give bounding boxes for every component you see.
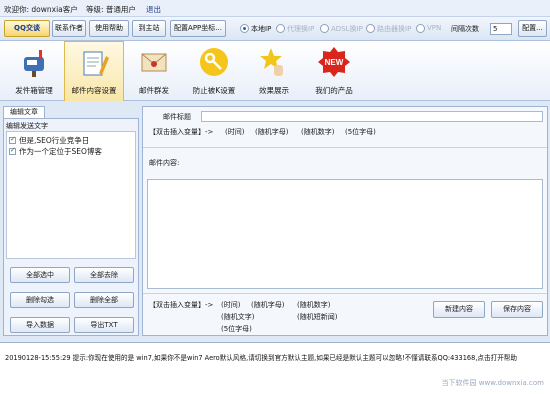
new-content-button[interactable]: 新建内容 — [433, 301, 485, 318]
mail-editor: 邮件标题 【双击插入变量】-> (时间) (随机字母) (随机数字) (5位字母… — [142, 106, 548, 336]
var-time[interactable]: (时间) — [221, 300, 240, 310]
contact-author-button[interactable]: 联系作者 — [52, 20, 86, 37]
qq-chat-button[interactable]: QQ交谈 — [4, 20, 50, 37]
icon-nav-bar: 发件箱管理 邮件内容设置 邮件群发 防止被K设置 效果展示 NEW 我们的产品 — [0, 41, 550, 101]
radio-vpn[interactable] — [416, 24, 425, 33]
radio-router[interactable] — [366, 24, 375, 33]
log-line: 20190128-15:55:29 提示:你现在使用的是 win7,如果你不是w… — [5, 354, 517, 362]
insert-variable-hint-bottom: 【双击插入变量】-> — [149, 301, 214, 309]
list-item[interactable]: 作为一个定位于SEO博客 — [9, 146, 102, 157]
label-proxy-ip: 代理换IP — [287, 25, 315, 33]
nav-mail-content[interactable]: 邮件内容设置 — [64, 41, 124, 101]
nav-mass-send-label: 邮件群发 — [139, 86, 169, 95]
export-txt-button[interactable]: 导出TXT — [74, 317, 134, 333]
interval-stepper[interactable]: 5 — [490, 23, 512, 35]
var-random-letter[interactable]: (随机字母) — [255, 127, 288, 137]
svg-text:NEW: NEW — [325, 58, 344, 67]
nav-anti-k[interactable]: 防止被K设置 — [184, 41, 244, 101]
key-icon — [200, 48, 228, 76]
nav-showcase-label: 效果展示 — [259, 86, 289, 95]
var-random-text[interactable]: (随机文字) — [221, 312, 254, 322]
delete-checked-button[interactable]: 删除勾选 — [10, 292, 70, 308]
save-content-button[interactable]: 保存内容 — [491, 301, 543, 318]
var-random-number[interactable]: (随机数字) — [301, 127, 334, 137]
welcome-text: 欢迎你: downxia客户 — [4, 5, 78, 14]
radio-proxy-ip[interactable] — [276, 24, 285, 33]
mailbox-icon — [24, 50, 44, 77]
help-button[interactable]: 使用帮助 — [89, 20, 129, 37]
article-panel: 编辑文章 编辑发送文字 但是,SEO行业竞争日 作为一个定位于SEO博客 全部选… — [3, 106, 139, 336]
divider — [143, 293, 547, 294]
toolbar: QQ交谈 联系作者 使用帮助 到主站 配置APP坐标... 本地IP 代理换IP… — [0, 17, 550, 41]
label-router: 路由器换IP — [377, 25, 412, 33]
radio-adsl[interactable] — [320, 24, 329, 33]
nav-mail-content-label: 邮件内容设置 — [71, 86, 117, 95]
var-random-number[interactable]: (随机数字) — [297, 300, 330, 310]
var-random-letter[interactable]: (随机字母) — [251, 300, 284, 310]
interval-label: 间隔次数 — [451, 25, 479, 33]
list-item[interactable]: 但是,SEO行业竞争日 — [9, 135, 89, 146]
nav-mass-send[interactable]: 邮件群发 — [124, 41, 184, 101]
envelope-icon — [141, 53, 167, 72]
star-hand-icon — [260, 48, 283, 76]
list-item-label: 但是,SEO行业竞争日 — [19, 136, 90, 145]
log-panel: 20190128-15:55:29 提示:你现在使用的是 win7,如果你不是w… — [0, 342, 550, 394]
top-bar: 欢迎你: downxia客户 等级: 普通用户 退出 — [0, 0, 550, 17]
mail-content-label: 邮件内容: — [149, 159, 180, 167]
config-button[interactable]: 配置... — [518, 20, 547, 37]
checkbox[interactable] — [9, 146, 16, 155]
insert-variable-hint: 【双击插入变量】-> — [149, 128, 214, 136]
section-title: 编辑发送文字 — [6, 122, 48, 130]
tab-edit-article[interactable]: 编辑文章 — [3, 106, 45, 118]
edit-document-icon — [83, 51, 109, 76]
nav-products-label: 我们的产品 — [315, 86, 353, 95]
label-adsl: ADSL换IP — [331, 25, 363, 33]
nav-outbox-label: 发件箱管理 — [15, 86, 53, 95]
logout-link[interactable]: 退出 — [146, 4, 161, 15]
var-time[interactable]: (时间) — [225, 127, 244, 137]
checkbox[interactable] — [9, 135, 16, 144]
var-random-news[interactable]: (随机短新闻) — [297, 312, 337, 322]
new-badge-icon: NEW — [318, 47, 350, 77]
mail-title-input[interactable] — [201, 111, 543, 122]
divider — [143, 147, 547, 148]
watermark: 当下软件园 www.downxia.com — [441, 379, 544, 387]
nav-anti-k-label: 防止被K设置 — [192, 86, 236, 95]
mail-content-editor[interactable] — [147, 179, 543, 289]
remove-all-button[interactable]: 全部去除 — [74, 267, 134, 283]
nav-showcase[interactable]: 效果展示 — [244, 41, 304, 101]
var-5-letter[interactable]: (5位字母) — [221, 324, 252, 334]
main-site-button[interactable]: 到主站 — [132, 20, 166, 37]
label-vpn: VPN — [427, 24, 442, 32]
delete-all-button[interactable]: 删除全部 — [74, 292, 134, 308]
radio-local-ip[interactable] — [240, 24, 249, 33]
label-local-ip: 本地IP — [251, 25, 272, 33]
config-app-button[interactable]: 配置APP坐标... — [170, 20, 226, 37]
nav-outbox[interactable]: 发件箱管理 — [4, 41, 64, 101]
user-level: 等级: 普通用户 — [86, 5, 136, 14]
import-data-button[interactable]: 导入数据 — [10, 317, 70, 333]
article-panel-body: 编辑发送文字 但是,SEO行业竞争日 作为一个定位于SEO博客 全部选中 全部去… — [3, 118, 139, 336]
article-list[interactable]: 但是,SEO行业竞争日 作为一个定位于SEO博客 — [6, 131, 136, 259]
select-all-button[interactable]: 全部选中 — [10, 267, 70, 283]
mail-title-label: 邮件标题 — [163, 113, 191, 121]
var-5-letter[interactable]: (5位字母) — [345, 127, 376, 137]
list-item-label: 作为一个定位于SEO博客 — [19, 147, 102, 156]
nav-products[interactable]: NEW 我们的产品 — [304, 41, 364, 101]
